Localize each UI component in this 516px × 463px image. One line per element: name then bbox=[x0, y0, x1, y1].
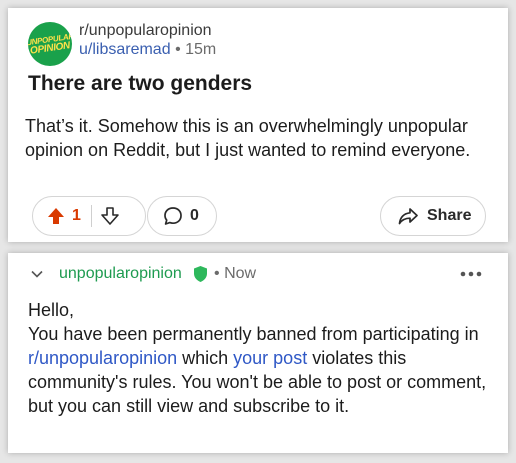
downvote-arrow-icon[interactable] bbox=[100, 206, 120, 226]
share-button[interactable]: Share bbox=[380, 196, 486, 236]
shield-icon bbox=[194, 266, 207, 282]
subreddit-avatar[interactable]: UNPOPULAR OPINION bbox=[28, 22, 72, 66]
mod-message-body: Hello, You have been permanently banned … bbox=[28, 298, 488, 418]
post-meta: u/libsaremad • 15m bbox=[79, 41, 216, 59]
share-arrow-icon bbox=[398, 208, 418, 225]
ban-text-start: You have been permanently banned from pa… bbox=[28, 324, 479, 344]
mod-time-text: Now bbox=[224, 265, 257, 282]
greeting: Hello, bbox=[28, 300, 75, 320]
mod-message-time: • Now bbox=[214, 265, 256, 283]
ban-notice: You have been permanently banned from pa… bbox=[28, 322, 488, 418]
post-card: UNPOPULAR OPINION r/unpopularopinion u/l… bbox=[8, 8, 508, 242]
vote-divider bbox=[90, 205, 92, 227]
comment-count: 0 bbox=[190, 207, 199, 224]
post-age: 15m bbox=[185, 41, 217, 58]
more-dots-icon[interactable] bbox=[460, 271, 482, 277]
author-name[interactable]: u/libsaremad bbox=[79, 41, 171, 58]
mod-meta-separator: • bbox=[214, 265, 220, 282]
ban-text-mid: which bbox=[177, 348, 234, 368]
post-title[interactable]: There are two genders bbox=[28, 72, 252, 96]
chevron-down-icon[interactable] bbox=[30, 267, 44, 281]
vote-count: 1 bbox=[72, 207, 81, 224]
meta-separator: • bbox=[175, 41, 181, 58]
mod-message-card: unpopularopinion • Now Hello, You have b… bbox=[8, 253, 508, 453]
upvote-arrow-icon[interactable] bbox=[46, 206, 66, 226]
comment-button[interactable]: 0 bbox=[147, 196, 217, 236]
comment-bubble-icon bbox=[164, 207, 182, 225]
subreddit-link[interactable]: r/unpopularopinion bbox=[28, 348, 177, 368]
your-post-link[interactable]: your post bbox=[233, 348, 307, 368]
share-label: Share bbox=[427, 207, 472, 224]
subreddit-name[interactable]: r/unpopularopinion bbox=[79, 22, 212, 40]
mod-author-name[interactable]: unpopularopinion bbox=[59, 265, 182, 283]
vote-pill: 1 bbox=[32, 196, 146, 236]
post-body: That’s it. Somehow this is an overwhelmi… bbox=[25, 116, 471, 160]
